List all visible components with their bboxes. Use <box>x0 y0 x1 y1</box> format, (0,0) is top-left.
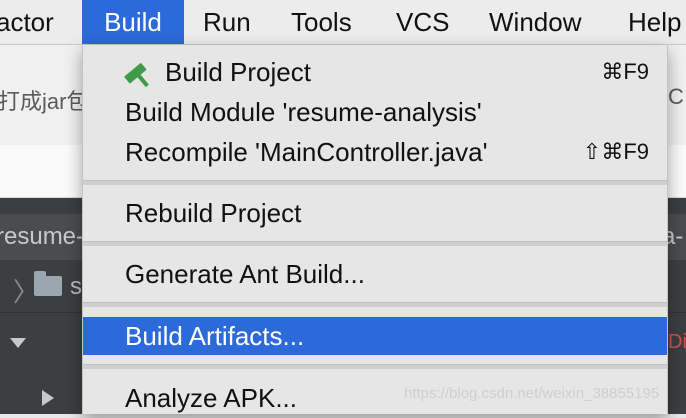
breadcrumb-item[interactable]: s <box>70 273 82 301</box>
menu-item-label: Build Module 'resume-analysis' <box>125 97 482 127</box>
menu-item-label: Build Project <box>165 57 311 87</box>
menu-vcs[interactable]: VCS <box>396 0 449 44</box>
menu-item-build-project[interactable]: Build Project ⌘F9 <box>83 52 667 92</box>
menu-item-label: Build Artifacts... <box>125 321 305 351</box>
folder-icon <box>34 271 62 296</box>
menu-item-recompile[interactable]: Recompile 'MainController.java' ⇧⌘F9 <box>83 132 667 172</box>
menu-build[interactable]: Build <box>82 0 184 44</box>
menu-separator <box>83 302 667 307</box>
menu-separator <box>83 364 667 369</box>
menu-item-rebuild-project[interactable]: Rebuild Project <box>83 193 667 233</box>
project-tab[interactable]: resume- <box>0 223 84 251</box>
menu-item-shortcut: ⇧⌘F9 <box>582 139 649 164</box>
menu-item-label: Generate Ant Build... <box>125 259 365 289</box>
toolbar-text-right: C <box>668 84 684 109</box>
side-label: Di <box>668 331 686 353</box>
menu-separator <box>83 241 667 246</box>
menu-help[interactable]: Help <box>628 0 681 44</box>
menu-run[interactable]: Run <box>203 0 251 44</box>
menu-tools[interactable]: Tools <box>291 0 352 44</box>
menu-window[interactable]: Window <box>489 0 581 44</box>
menu-item-build-module[interactable]: Build Module 'resume-analysis' <box>83 92 667 132</box>
hammer-icon <box>124 63 149 88</box>
menu-item-shortcut: ⌘F9 <box>601 59 649 84</box>
collapse-tree-icon[interactable] <box>42 390 54 406</box>
build-menu-dropdown: Build Project ⌘F9 Build Module 'resume-a… <box>82 45 668 414</box>
watermark: https://blog.csdn.net/weixin_38855195 <box>404 385 660 402</box>
menu-item-label: Analyze APK... <box>125 383 297 413</box>
menu-bar: actor Build Run Tools VCS Window Help <box>0 0 686 45</box>
menu-item-build-artifacts[interactable]: Build Artifacts... <box>83 317 667 355</box>
menu-refactor[interactable]: actor <box>0 0 54 44</box>
menu-item-label: Recompile 'MainController.java' <box>125 137 488 167</box>
menu-item-generate-ant-build[interactable]: Generate Ant Build... <box>83 254 667 294</box>
menu-separator <box>83 180 667 185</box>
toolbar-text-left: 打成jar包 <box>0 89 89 114</box>
menu-item-label: Rebuild Project <box>125 198 302 228</box>
expand-tree-icon[interactable] <box>10 338 26 348</box>
